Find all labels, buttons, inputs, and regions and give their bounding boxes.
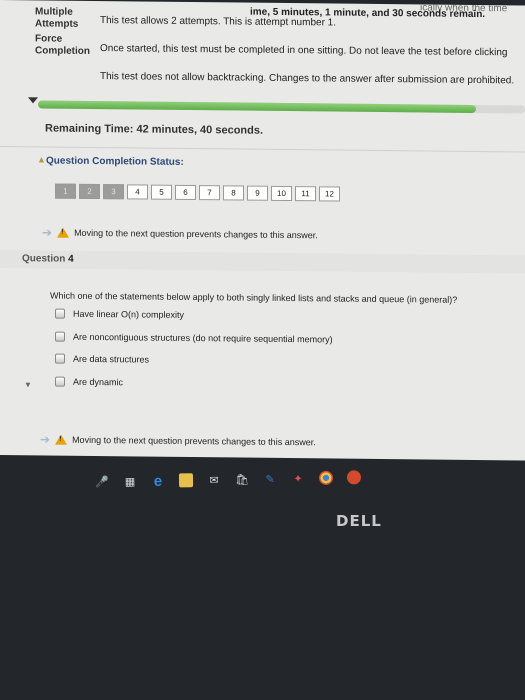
question-label: Question (22, 253, 66, 265)
question-nav-box[interactable]: 1 (55, 183, 76, 199)
question-nav-box[interactable]: 2 (79, 183, 100, 200)
option-1-checkbox[interactable] (55, 308, 65, 319)
option-4[interactable]: Are dynamic (55, 376, 123, 388)
question-nav-box[interactable]: 5 (151, 184, 172, 200)
backtracking-text: This test does not allow backtracking. C… (100, 71, 515, 87)
warning-icon (57, 227, 70, 238)
browser-content: ically when the time ime, 5 minutes, 1 m… (0, 0, 525, 461)
option-4-checkbox[interactable] (55, 376, 65, 387)
warning-icon (55, 434, 68, 445)
file-explorer-icon[interactable] (178, 473, 194, 488)
option-2-checkbox[interactable] (55, 331, 65, 342)
completion-status-title[interactable]: Question Completion Status: (46, 155, 184, 167)
task-view-icon[interactable]: ▦ (123, 474, 137, 488)
time-progress-bar (38, 100, 525, 114)
expand-status-icon[interactable]: ▲ (37, 154, 46, 164)
pen-icon[interactable]: ✎ (263, 472, 277, 486)
question-navigator: 1 2 3 4 5 6 7 8 9 10 11 12 (55, 183, 340, 202)
question-header-bar (0, 250, 525, 274)
option-2-label[interactable]: Are noncontiguous structures (do not req… (73, 332, 333, 345)
app-icon[interactable]: ✦ (291, 471, 305, 485)
question-text: Which one of the statements below apply … (50, 290, 458, 305)
mail-icon[interactable]: ✉ (207, 473, 221, 487)
option-4-label[interactable]: Are dynamic (73, 377, 123, 388)
question-number: 4 (68, 253, 74, 265)
remaining-time: Remaining Time: 42 minutes, 40 seconds. (45, 122, 264, 137)
option-3[interactable]: Are data structures (55, 353, 149, 365)
force-completion-text: Once started, this test must be complete… (100, 43, 508, 59)
dell-logo: DELL (336, 512, 382, 530)
option-1-label[interactable]: Have linear O(n) complexity (73, 309, 184, 320)
warning-top: ➔ Moving to the next question prevents c… (42, 225, 318, 242)
question-header: Question 4 (22, 253, 74, 265)
chrome-icon[interactable] (318, 470, 334, 485)
question-nav-box[interactable]: 6 (175, 184, 196, 201)
warning-bottom-text: Moving to the next question prevents cha… (72, 434, 316, 448)
question-nav-box[interactable]: 12 (319, 186, 340, 202)
windows-taskbar: 🎤 ▦ e ✉ 🛍 ✎ ✦ (95, 465, 425, 493)
store-icon[interactable]: 🛍 (235, 472, 249, 486)
option-1[interactable]: Have linear O(n) complexity (55, 308, 184, 320)
time-progress-fill (38, 100, 477, 113)
question-nav-box[interactable]: 7 (199, 185, 220, 201)
arrow-icon: ➔ (42, 225, 53, 240)
edge-icon[interactable]: e (151, 472, 165, 489)
question-nav-box[interactable]: 4 (127, 184, 148, 200)
collapse-arrow-icon[interactable] (28, 97, 38, 104)
arrow-icon: ➔ (40, 432, 51, 447)
question-nav-box[interactable]: 8 (223, 185, 244, 201)
option-3-checkbox[interactable] (55, 353, 65, 364)
app-red-icon[interactable] (346, 470, 362, 485)
option-2[interactable]: Are noncontiguous structures (do not req… (55, 331, 333, 345)
microphone-icon[interactable]: 🎤 (95, 475, 109, 489)
question-nav-box[interactable]: 3 (103, 184, 124, 200)
warning-bottom: ➔ Moving to the next question prevents c… (40, 432, 316, 449)
option-3-label[interactable]: Are data structures (73, 354, 149, 365)
section-divider (0, 146, 525, 153)
question-nav-box[interactable]: 11 (295, 186, 316, 202)
warning-top-text: Moving to the next question prevents cha… (74, 227, 318, 241)
question-nav-box[interactable]: 10 (271, 185, 292, 202)
side-marker-icon: ▼ (24, 380, 32, 390)
force-completion-label: Force Completion (35, 33, 90, 57)
multiple-attempts-label: Multiple Attempts (35, 6, 79, 30)
multiple-attempts-text: This test allows 2 attempts. This is att… (100, 15, 337, 29)
question-nav-box[interactable]: 9 (247, 185, 268, 201)
